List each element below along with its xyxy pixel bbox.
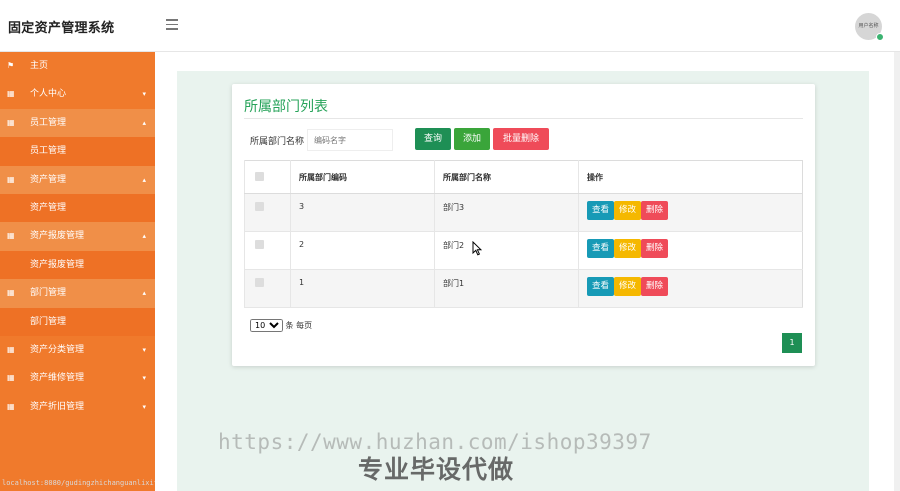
view-button[interactable]: 查看: [587, 201, 615, 220]
grid-icon: ▦: [7, 373, 15, 383]
sidebar: ⚑ 主页 ▦ 个人中心 ▾ ▦ 员工管理 ▴ 员工管理 ▦ 资产管理 ▴ 资产管…: [0, 52, 155, 491]
search-label: 所属部门名称: [250, 137, 305, 147]
grid-icon: ▦: [7, 174, 15, 184]
online-status-icon: [876, 33, 884, 41]
cell-name: 部门1: [434, 269, 579, 308]
view-button[interactable]: 查看: [587, 277, 615, 296]
chevron-down-icon: ▾: [142, 402, 146, 411]
cell-actions: 查看 修改 删除: [578, 193, 803, 232]
header-code: 所属部门编码: [290, 160, 435, 194]
grid-icon: ▦: [7, 231, 15, 241]
delete-button[interactable]: 删除: [641, 239, 669, 258]
select-all-checkbox[interactable]: [255, 171, 264, 181]
chevron-up-icon: ▴: [142, 175, 146, 184]
sidebar-subitem-asset-scrap[interactable]: 资产报废管理: [0, 250, 155, 280]
delete-button[interactable]: 删除: [641, 201, 669, 220]
sidebar-item-label: 资产报废管理: [30, 231, 85, 242]
flag-icon: ⚑: [7, 61, 15, 70]
table-row: 3 部门3 查看 修改 删除: [244, 193, 803, 232]
delete-button[interactable]: 删除: [641, 277, 669, 296]
row-checkbox[interactable]: [255, 240, 264, 249]
page-size-control: 10 条 每页: [250, 319, 312, 332]
sidebar-item-label: 资产管理: [30, 174, 67, 185]
chevron-down-icon: ▾: [142, 345, 146, 354]
sidebar-item-asset[interactable]: ▦ 资产管理 ▴: [0, 165, 155, 194]
title-divider: [244, 118, 803, 119]
cell-code: 1: [290, 269, 435, 308]
query-button[interactable]: 查询: [415, 128, 451, 150]
view-button[interactable]: 查看: [587, 239, 615, 258]
app-title: 固定资产管理系统: [8, 21, 115, 36]
sidebar-item-asset-scrap[interactable]: ▦ 资产报废管理 ▴: [0, 222, 155, 251]
table-row: 2 部门2 查看 修改 删除: [244, 231, 803, 270]
scrollbar[interactable]: [894, 52, 900, 491]
sidebar-item-department[interactable]: ▦ 部门管理 ▴: [0, 279, 155, 308]
sidebar-item-asset-category[interactable]: ▦ 资产分类管理 ▾: [0, 336, 155, 364]
sidebar-subitem-employee[interactable]: 员工管理: [0, 137, 155, 166]
search-input[interactable]: [307, 129, 393, 151]
chevron-up-icon: ▴: [142, 232, 146, 241]
cell-actions: 查看 修改 删除: [578, 269, 803, 308]
sidebar-item-label: 资产维修管理: [30, 373, 85, 384]
chevron-down-icon: ▾: [142, 374, 146, 383]
chevron-down-icon: ▾: [142, 90, 146, 99]
batch-delete-button[interactable]: 批量删除: [493, 128, 549, 150]
mouse-cursor-icon: [472, 241, 482, 256]
sidebar-subitem-department[interactable]: 部门管理: [0, 307, 155, 336]
row-select-cell: [244, 269, 291, 308]
grid-icon: ▦: [7, 117, 15, 127]
sidebar-item-label: 资产折旧管理: [30, 401, 85, 412]
page-size-suffix: 条 每页: [285, 321, 313, 330]
sidebar-item-label: 员工管理: [30, 117, 67, 128]
row-select-cell: [244, 193, 291, 232]
watermark-text: 专业毕设代做: [358, 455, 515, 484]
edit-button[interactable]: 修改: [614, 277, 642, 296]
grid-icon: ▦: [7, 89, 15, 99]
cell-name: 部门2: [434, 231, 579, 270]
header-actions: 操作: [578, 160, 803, 194]
status-bar-url: localhost:8080/gudingzhichanguanlixitong…: [2, 479, 155, 487]
sidebar-item-label: 个人中心: [30, 89, 67, 100]
sidebar-item-home[interactable]: ⚑ 主页: [0, 52, 155, 80]
sidebar-item-personal-center[interactable]: ▦ 个人中心 ▾: [0, 80, 155, 108]
sidebar-item-asset-depreciation[interactable]: ▦ 资产折旧管理 ▾: [0, 393, 155, 421]
sidebar-item-label: 部门管理: [30, 288, 67, 299]
page-title: 所属部门列表: [244, 99, 328, 115]
department-table: 所属部门编码 所属部门名称 操作 3 部门3 查看 修改 删除 2 部门2 查看 修改…: [244, 160, 803, 308]
sidebar-item-label: 资产分类管理: [30, 344, 85, 355]
grid-icon: ▦: [7, 344, 15, 354]
table-row: 1 部门1 查看 修改 删除: [244, 269, 803, 308]
department-list-card: 所属部门列表 所属部门名称 查询 添加 批量删除 所属部门编码 所属部门名称 操…: [232, 84, 815, 366]
page-size-select[interactable]: 10: [250, 319, 283, 332]
row-checkbox[interactable]: [255, 202, 264, 211]
header-name: 所属部门名称: [434, 160, 579, 194]
cell-code: 3: [290, 193, 435, 232]
hamburger-menu-icon[interactable]: [166, 19, 178, 30]
chevron-up-icon: ▴: [142, 118, 146, 127]
header-select-all[interactable]: [244, 160, 291, 194]
cell-actions: 查看 修改 删除: [578, 231, 803, 270]
row-select-cell: [244, 231, 291, 270]
sidebar-item-label: 主页: [30, 61, 49, 71]
top-bar: 固定资产管理系统 用户名称: [0, 0, 900, 52]
cell-code: 2: [290, 231, 435, 270]
grid-icon: ▦: [7, 401, 15, 411]
cell-name: 部门3: [434, 193, 579, 232]
sidebar-item-asset-repair[interactable]: ▦ 资产维修管理 ▾: [0, 364, 155, 392]
table-header: 所属部门编码 所属部门名称 操作: [244, 160, 803, 194]
add-button[interactable]: 添加: [454, 128, 490, 150]
sidebar-subitem-asset[interactable]: 资产管理: [0, 193, 155, 223]
chevron-up-icon: ▴: [142, 289, 146, 298]
sidebar-item-employee[interactable]: ▦ 员工管理 ▴: [0, 108, 155, 138]
edit-button[interactable]: 修改: [614, 201, 642, 220]
pagination-page-1[interactable]: 1: [782, 333, 802, 353]
row-checkbox[interactable]: [255, 278, 264, 287]
edit-button[interactable]: 修改: [614, 239, 642, 258]
grid-icon: ▦: [7, 288, 15, 298]
